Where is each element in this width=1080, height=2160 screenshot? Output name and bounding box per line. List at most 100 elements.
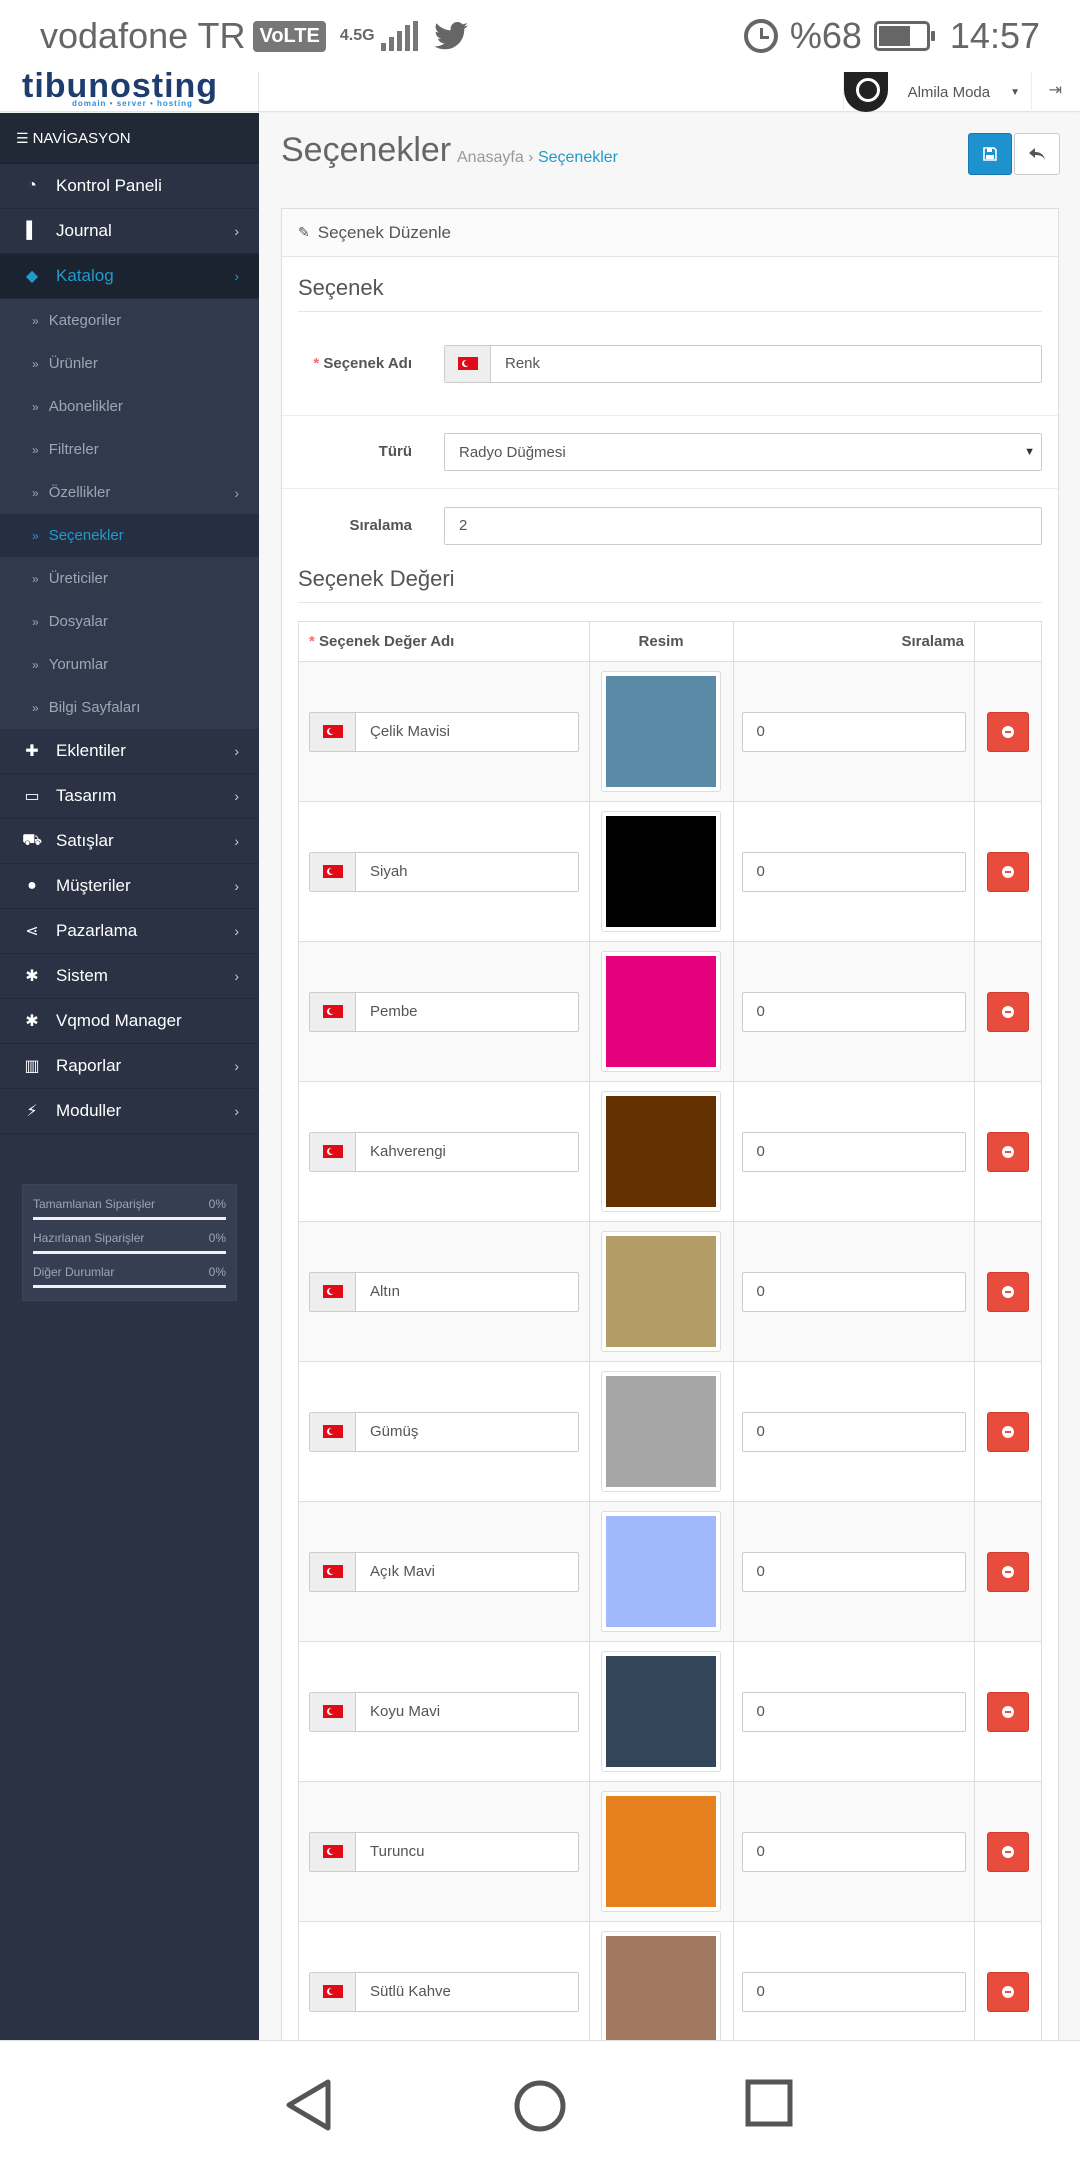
- minus-circle-icon: [1002, 865, 1015, 878]
- double-chevron-icon: »: [32, 657, 39, 672]
- breadcrumb-home[interactable]: Anasayfa: [457, 149, 524, 166]
- remove-value-button[interactable]: [987, 1411, 1030, 1452]
- sidebar-subitem[interactable]: » Dosyalar: [0, 600, 259, 643]
- sidebar-item-a7[interactable]: ▥ Raporlar ›: [0, 1044, 259, 1089]
- value-name-field[interactable]: Altın: [309, 1271, 579, 1312]
- remove-value-button[interactable]: [987, 851, 1030, 892]
- sidebar-item-t0[interactable]: ◔ Kontrol Paneli: [0, 164, 259, 209]
- cart-icon: ⛟: [22, 832, 43, 849]
- caret-down-icon: ▼: [1010, 86, 1020, 98]
- back-nav-icon[interactable]: [284, 2079, 334, 2131]
- value-sort-input[interactable]: 0: [741, 711, 967, 752]
- value-name-input[interactable]: Altın: [356, 1273, 578, 1311]
- remove-value-button[interactable]: [987, 1551, 1030, 1592]
- value-sort-input[interactable]: 0: [741, 991, 967, 1032]
- save-icon: [983, 147, 997, 161]
- remove-value-button[interactable]: [987, 1971, 1030, 2012]
- value-name-input[interactable]: Gümüş: [356, 1413, 578, 1451]
- logo[interactable]: tibunosting domain • server • hosting: [22, 72, 218, 112]
- progress-row: Hazırlanan Siparişler 0%: [33, 1231, 226, 1254]
- sidebar-item-a4[interactable]: ⋖ Pazarlama ›: [0, 909, 259, 954]
- sidebar-item-a3[interactable]: ● Müşteriler ›: [0, 864, 259, 909]
- save-button[interactable]: [968, 133, 1012, 175]
- back-button[interactable]: [1014, 133, 1060, 175]
- value-name-field[interactable]: Kahverengi: [309, 1131, 579, 1172]
- value-sort-input[interactable]: 0: [741, 851, 967, 892]
- value-sort-input[interactable]: 0: [741, 1691, 967, 1732]
- color-swatch-image[interactable]: [601, 1091, 722, 1212]
- sidebar-item-a2[interactable]: ⛟ Satışlar ›: [0, 819, 259, 864]
- sidebar-item-a8[interactable]: ⚡ Moduller ›: [0, 1089, 259, 1134]
- remove-value-button[interactable]: [987, 991, 1030, 1032]
- value-sort-input[interactable]: 0: [741, 1551, 967, 1592]
- minus-circle-icon: [1002, 1565, 1015, 1578]
- sidebar-item-a1[interactable]: ▭ Tasarım ›: [0, 774, 259, 819]
- value-name-field[interactable]: Sütlü Kahve: [309, 1971, 579, 2012]
- value-name-field[interactable]: Açık Mavi: [309, 1551, 579, 1592]
- select-arrow-icon: ▼: [1024, 446, 1035, 458]
- sidebar-item-a0[interactable]: ✚ Eklentiler ›: [0, 729, 259, 774]
- sidebar-subitem[interactable]: » Seçenekler: [0, 514, 259, 557]
- value-name-input[interactable]: Sütlü Kahve: [356, 1973, 578, 2011]
- sidebar-item-a6[interactable]: ✱ Vqmod Manager: [0, 999, 259, 1044]
- remove-value-button[interactable]: [987, 1131, 1030, 1172]
- value-sort-input[interactable]: 0: [741, 1831, 967, 1872]
- recents-nav-icon[interactable]: [745, 2079, 793, 2127]
- remove-value-button[interactable]: [987, 1691, 1030, 1732]
- sidebar-subitem[interactable]: » Özellikler ›: [0, 471, 259, 514]
- remove-value-button[interactable]: [987, 1831, 1030, 1872]
- value-name-field[interactable]: Çelik Mavisi: [309, 711, 579, 752]
- sidebar-subitem[interactable]: » Bilgi Sayfaları: [0, 686, 259, 729]
- value-sort-input[interactable]: 0: [741, 1131, 967, 1172]
- value-sort-input[interactable]: 0: [741, 1971, 967, 2012]
- color-swatch-image[interactable]: [601, 671, 722, 792]
- cog-icon: ✱: [25, 1013, 39, 1030]
- color-swatch-image[interactable]: [601, 1791, 722, 1912]
- value-name-field[interactable]: Pembe: [309, 991, 579, 1032]
- remove-value-button[interactable]: [987, 1271, 1030, 1312]
- value-name-input[interactable]: Koyu Mavi: [356, 1693, 578, 1731]
- value-name-input[interactable]: Açık Mavi: [356, 1553, 578, 1591]
- value-sort-input[interactable]: 0: [741, 1271, 967, 1312]
- color-swatch-image[interactable]: [601, 1371, 722, 1492]
- user-menu[interactable]: Almila Moda ▼: [842, 72, 1020, 112]
- remove-value-button[interactable]: [987, 711, 1030, 752]
- logout-icon[interactable]: ⇥: [1049, 80, 1062, 100]
- sidebar-subitem[interactable]: » Kategoriler: [0, 299, 259, 342]
- color-swatch-image[interactable]: [601, 1651, 722, 1772]
- reply-icon: [1029, 148, 1045, 160]
- chevron-right-icon: ›: [234, 1058, 239, 1074]
- sidebar-subitem[interactable]: » Filtreler: [0, 428, 259, 471]
- sidebar-subitem[interactable]: » Abonelikler: [0, 385, 259, 428]
- type-select[interactable]: Radyo Düğmesi ▼: [444, 433, 1042, 471]
- value-sort-input[interactable]: 0: [741, 1411, 967, 1452]
- order-progress-box: Tamamlanan Siparişler 0% Hazırlanan Sipari…: [22, 1184, 237, 1301]
- value-name-input[interactable]: Kahverengi: [356, 1133, 578, 1171]
- value-name-field[interactable]: Koyu Mavi: [309, 1691, 579, 1732]
- option-name-field[interactable]: Renk: [444, 344, 1042, 383]
- sidebar-subitem[interactable]: » Üreticiler: [0, 557, 259, 600]
- color-swatch-image[interactable]: [601, 1931, 722, 2040]
- breadcrumb-current[interactable]: Seçenekler: [538, 149, 618, 166]
- value-name-field[interactable]: Turuncu: [309, 1831, 579, 1872]
- sidebar-subitem[interactable]: » Ürünler: [0, 342, 259, 385]
- value-name-field[interactable]: Gümüş: [309, 1411, 579, 1452]
- home-nav-icon[interactable]: [513, 2079, 567, 2133]
- sort-input[interactable]: 2: [444, 506, 1042, 545]
- color-swatch-image[interactable]: [601, 951, 722, 1072]
- sidebar-item-a5[interactable]: ✱ Sistem ›: [0, 954, 259, 999]
- color-swatch-image[interactable]: [601, 1511, 722, 1632]
- sidebar-item-t1[interactable]: ▌ Journal ›: [0, 209, 259, 254]
- option-name-input[interactable]: Renk: [491, 346, 1041, 382]
- carrier-name: vodafone TR: [40, 15, 246, 56]
- sidebar-subitem[interactable]: » Yorumlar: [0, 643, 259, 686]
- value-name-field[interactable]: Siyah: [309, 851, 579, 892]
- value-name-input[interactable]: Pembe: [356, 993, 578, 1031]
- value-name-input[interactable]: Turuncu: [356, 1833, 578, 1871]
- sidebar-item-t2[interactable]: ◆ Katalog ›: [0, 254, 259, 299]
- color-swatch-image[interactable]: [601, 811, 722, 932]
- value-name-input[interactable]: Çelik Mavisi: [356, 713, 578, 751]
- double-chevron-icon: »: [32, 571, 39, 586]
- color-swatch-image[interactable]: [601, 1231, 722, 1352]
- value-name-input[interactable]: Siyah: [356, 853, 578, 891]
